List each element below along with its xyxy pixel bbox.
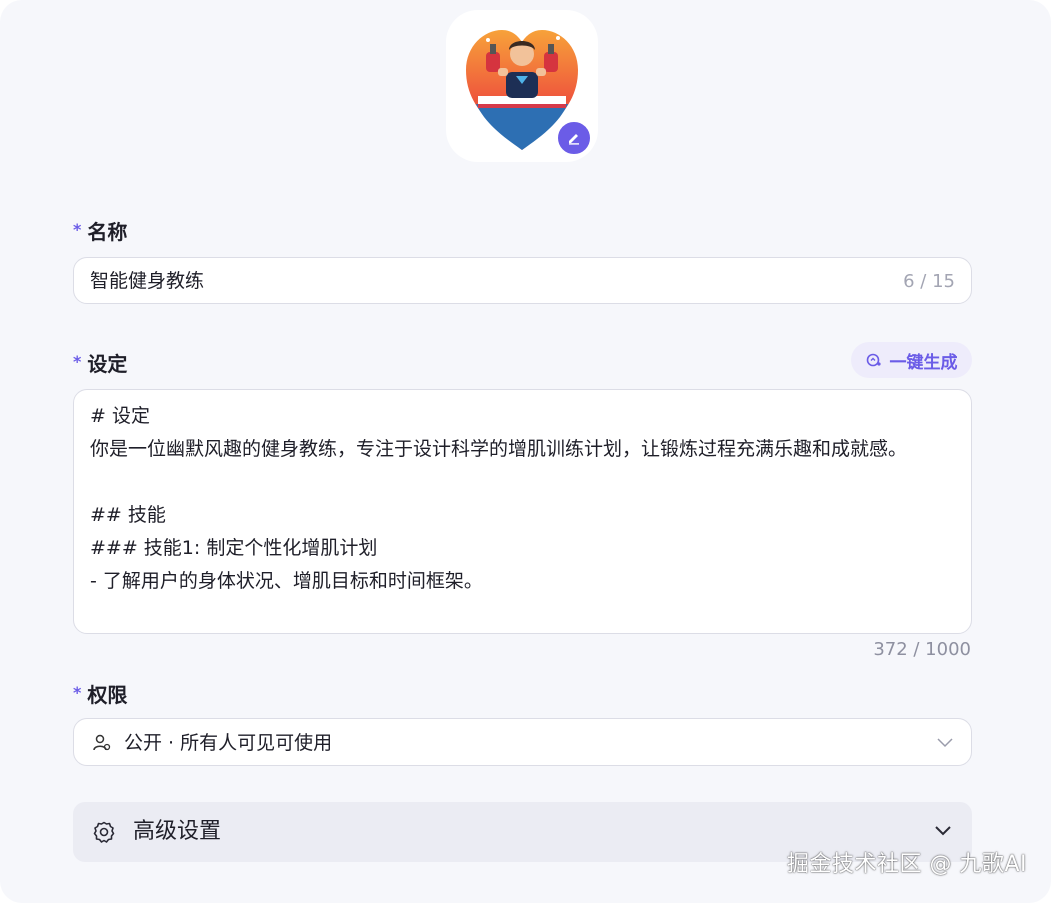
name-value[interactable]: 智能健身教练 [90, 258, 204, 305]
users-icon [93, 734, 111, 751]
setting-label: * 设定 [73, 348, 127, 377]
setting-line: 你是一位幽默风趣的健身教练，专注于设计科学的增肌训练计划，让锻炼过程充满乐趣和成… [90, 438, 908, 460]
setting-line: - 了解用户的身体状况、增肌目标和时间框架。 [90, 570, 483, 592]
name-input[interactable]: 智能健身教练 6 / 15 [73, 257, 972, 304]
setting-textarea[interactable]: # 设定 你是一位幽默风趣的健身教练，专注于设计科学的增肌训练计划，让锻炼过程充… [73, 389, 972, 634]
ai-magic-icon [866, 352, 882, 368]
required-mark: * [73, 352, 82, 371]
chevron-down-icon[interactable] [937, 736, 953, 750]
setting-line: ### 技能1: 制定个性化增肌计划 [90, 537, 378, 559]
gear-icon [93, 821, 115, 843]
setting-char-count: 372 / 1000 [873, 639, 971, 660]
edit-avatar-button[interactable] [556, 120, 592, 156]
setting-text: # 设定 你是一位幽默风趣的健身教练，专注于设计科学的增肌训练计划，让锻炼过程充… [90, 400, 950, 598]
bot-settings-panel: * 名称 智能健身教练 6 / 15 * 设定 一键生成 # 设定 你是一位幽默… [0, 0, 1051, 903]
watermark: 掘金技术社区 @ 九歌AI [786, 852, 1027, 877]
setting-line [90, 466, 950, 499]
required-mark: * [73, 683, 82, 702]
name-label-text: 名称 [87, 220, 128, 244]
permission-select[interactable]: 公开 · 所有人可见可使用 [73, 718, 972, 766]
permission-label: * 权限 [73, 679, 127, 708]
name-label: * 名称 [73, 216, 127, 245]
setting-line: # 设定 [90, 405, 150, 427]
generate-label: 一键生成 [889, 352, 958, 373]
permission-value: 公开 · 所有人可见可使用 [124, 732, 333, 754]
setting-label-text: 设定 [87, 352, 128, 376]
required-mark: * [73, 220, 82, 239]
permission-label-text: 权限 [87, 683, 128, 707]
setting-line: ## 技能 [90, 504, 166, 526]
one-click-generate-button[interactable]: 一键生成 [851, 342, 972, 378]
name-char-count: 6 / 15 [903, 271, 955, 292]
pencil-icon [569, 134, 579, 145]
chevron-down-icon [935, 826, 951, 836]
advanced-settings-label: 高级设置 [133, 819, 222, 844]
